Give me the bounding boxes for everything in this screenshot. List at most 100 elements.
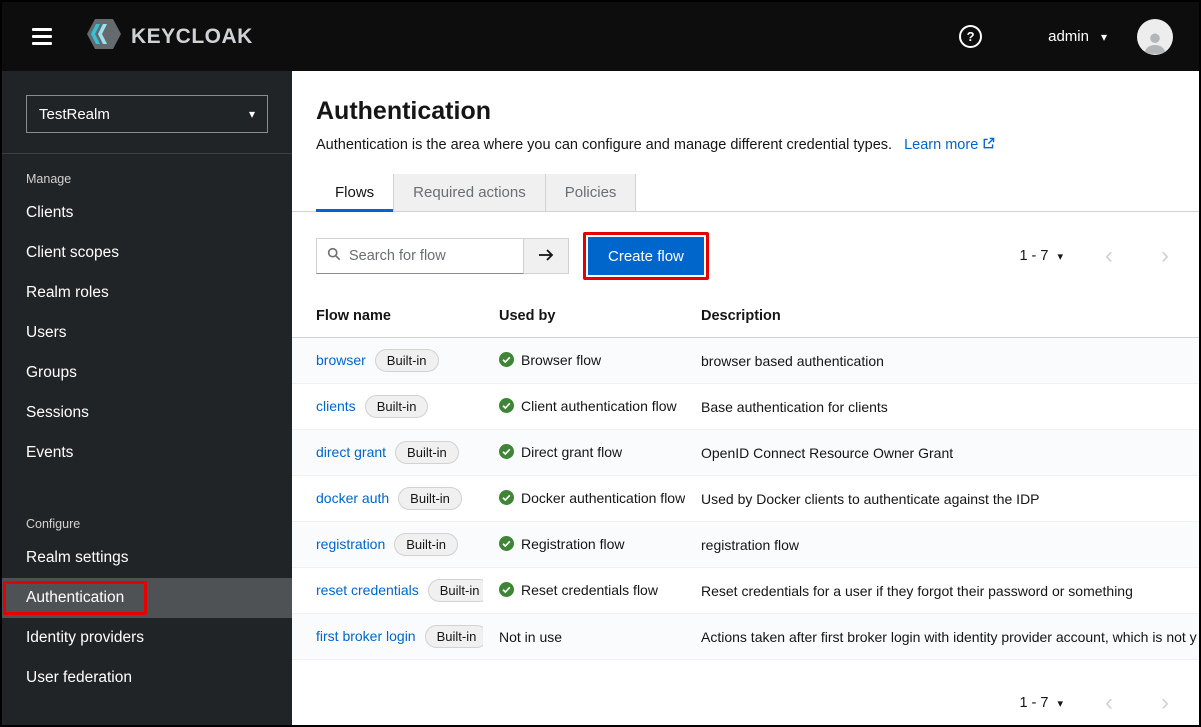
flow-link[interactable]: reset credentials <box>316 582 419 598</box>
pagination-dropdown[interactable]: 1 - 7 ▾ <box>1019 695 1063 711</box>
annotation-box-create-flow: Create flow <box>583 232 709 280</box>
pagination-bottom: 1 - 7 ▾ ‹ › <box>1019 691 1175 715</box>
used-by-text: Reset credentials flow <box>521 581 658 598</box>
flow-description: Actions taken after first broker login w… <box>685 613 1199 660</box>
flow-link[interactable]: direct grant <box>316 444 386 460</box>
tab-flows[interactable]: Flows <box>316 174 394 212</box>
keycloak-admin-console: KEYCLOAK ? admin ▾ TestRealm ▾ Manage Cl… <box>0 0 1201 727</box>
built-in-badge: Built-in <box>364 395 429 418</box>
check-circle-icon <box>499 535 514 554</box>
chevron-down-icon: ▾ <box>1057 250 1063 263</box>
sidebar-item-authentication[interactable]: Authentication <box>2 578 292 618</box>
help-icon[interactable]: ? <box>959 25 983 48</box>
realm-selector[interactable]: TestRealm ▾ <box>26 95 268 133</box>
flow-link[interactable]: first broker login <box>316 628 416 644</box>
used-by-text: Direct grant flow <box>521 443 623 460</box>
masthead-actions: ? admin ▾ <box>959 18 1173 55</box>
keycloak-logo-icon <box>86 18 122 55</box>
table-row-docker-auth: docker auth Built-in Docker authenticatio… <box>292 475 1199 522</box>
user-avatar-icon <box>1144 32 1166 54</box>
sidebar: TestRealm ▾ Manage Clients Client scopes… <box>2 71 292 725</box>
user-menu[interactable]: admin ▾ <box>1048 28 1107 45</box>
column-header-flow-name: Flow name <box>292 295 483 338</box>
check-circle-icon <box>499 351 514 370</box>
sidebar-item-sessions[interactable]: Sessions <box>2 393 292 433</box>
chevron-left-icon[interactable]: ‹ <box>1099 244 1119 268</box>
sidebar-item-label: Events <box>26 444 74 461</box>
sidebar-item-realm-settings[interactable]: Realm settings <box>2 538 292 578</box>
sidebar-item-label: Authentication <box>26 589 125 606</box>
chevron-right-icon[interactable]: › <box>1155 244 1175 268</box>
pagination-range: 1 - 7 <box>1019 695 1049 711</box>
username: admin <box>1048 28 1089 45</box>
sidebar-item-realm-roles[interactable]: Realm roles <box>2 273 292 313</box>
flow-link[interactable]: clients <box>316 398 356 414</box>
page-header: Authentication Authentication is the are… <box>292 71 1199 174</box>
search-box <box>316 238 524 274</box>
table-row-direct-grant: direct grant Built-in Direct grant flow O… <box>292 429 1199 476</box>
table-row-registration: registration Built-in Registration flow r… <box>292 521 1199 568</box>
page-title: Authentication <box>316 97 491 125</box>
arrow-right-icon <box>538 248 554 265</box>
flow-link[interactable]: registration <box>316 536 385 552</box>
nav-section-configure-title: Configure <box>26 517 81 531</box>
create-flow-button[interactable]: Create flow <box>588 237 704 275</box>
tab-policies[interactable]: Policies <box>544 174 637 211</box>
built-in-badge: Built-in <box>398 487 462 510</box>
sidebar-item-users[interactable]: Users <box>2 313 292 353</box>
pagination-bottom-wrap: 1 - 7 ▾ ‹ › <box>292 677 1199 725</box>
external-link-icon <box>982 137 995 154</box>
toolbar: Create flow 1 - 7 ▾ ‹ › <box>292 212 1199 295</box>
flow-link[interactable]: browser <box>316 352 366 368</box>
page-description-row: Authentication is the area where you can… <box>316 137 1175 154</box>
search-input[interactable] <box>349 248 513 264</box>
flow-description: Used by Docker clients to authenticate a… <box>685 475 1199 522</box>
column-header-used-by: Used by <box>483 295 685 338</box>
sidebar-item-events[interactable]: Events <box>2 433 292 473</box>
search-icon <box>327 247 341 266</box>
pagination-dropdown[interactable]: 1 - 7 ▾ <box>1019 248 1063 264</box>
check-circle-icon <box>499 581 514 600</box>
built-in-badge: Built-in <box>395 441 459 464</box>
brand-name: KEYCLOAK <box>131 24 253 48</box>
sidebar-item-groups[interactable]: Groups <box>2 353 292 393</box>
used-by-text: Not in use <box>499 628 563 645</box>
sidebar-item-label: Realm settings <box>26 549 129 566</box>
used-by-text: Client authentication flow <box>521 397 677 414</box>
chevron-right-icon[interactable]: › <box>1155 691 1175 715</box>
tab-required-actions[interactable]: Required actions <box>393 174 545 211</box>
used-by-text: Docker authentication flow <box>521 489 685 506</box>
pagination-range: 1 - 7 <box>1019 248 1049 264</box>
sidebar-item-user-federation[interactable]: User federation <box>2 658 292 698</box>
avatar[interactable] <box>1137 18 1173 55</box>
learn-more-link[interactable]: Learn more <box>904 137 995 153</box>
built-in-badge: Built-in <box>424 625 483 648</box>
search-submit-button[interactable] <box>524 238 569 274</box>
keycloak-logo: KEYCLOAK <box>86 18 253 55</box>
realm-name: TestRealm <box>39 105 110 123</box>
table-row-reset-credentials: reset credentials Built-in Reset credenti… <box>292 567 1199 614</box>
flow-description: OpenID Connect Resource Owner Grant <box>685 429 1199 476</box>
sidebar-item-client-scopes[interactable]: Client scopes <box>2 233 292 273</box>
check-circle-icon <box>499 443 514 462</box>
nav-section-manage: Manage Clients Client scopes Realm roles… <box>2 154 292 473</box>
nav-toggle-icon[interactable] <box>28 22 56 51</box>
sidebar-item-identity-providers[interactable]: Identity providers <box>2 618 292 658</box>
nav-section-configure: Configure Realm settings Authentication … <box>2 499 292 698</box>
chevron-left-icon[interactable]: ‹ <box>1099 691 1119 715</box>
sidebar-item-clients[interactable]: Clients <box>2 193 292 233</box>
check-circle-icon <box>499 489 514 508</box>
used-by-text: Registration flow <box>521 535 625 552</box>
check-circle-icon <box>499 397 514 416</box>
chevron-down-icon: ▾ <box>1057 697 1063 710</box>
flow-description: Base authentication for clients <box>685 383 1199 430</box>
flow-description: browser based authentication <box>685 337 1199 384</box>
flow-description: Reset credentials for a user if they for… <box>685 567 1199 614</box>
sidebar-item-label: Identity providers <box>26 629 145 646</box>
column-header-description: Description <box>685 295 1199 338</box>
flow-link[interactable]: docker auth <box>316 490 389 506</box>
chevron-down-icon: ▾ <box>248 107 255 121</box>
sidebar-item-label: Client scopes <box>26 244 120 261</box>
masthead: KEYCLOAK ? admin ▾ <box>2 2 1199 71</box>
pagination-top: 1 - 7 ▾ ‹ › <box>1019 244 1175 268</box>
